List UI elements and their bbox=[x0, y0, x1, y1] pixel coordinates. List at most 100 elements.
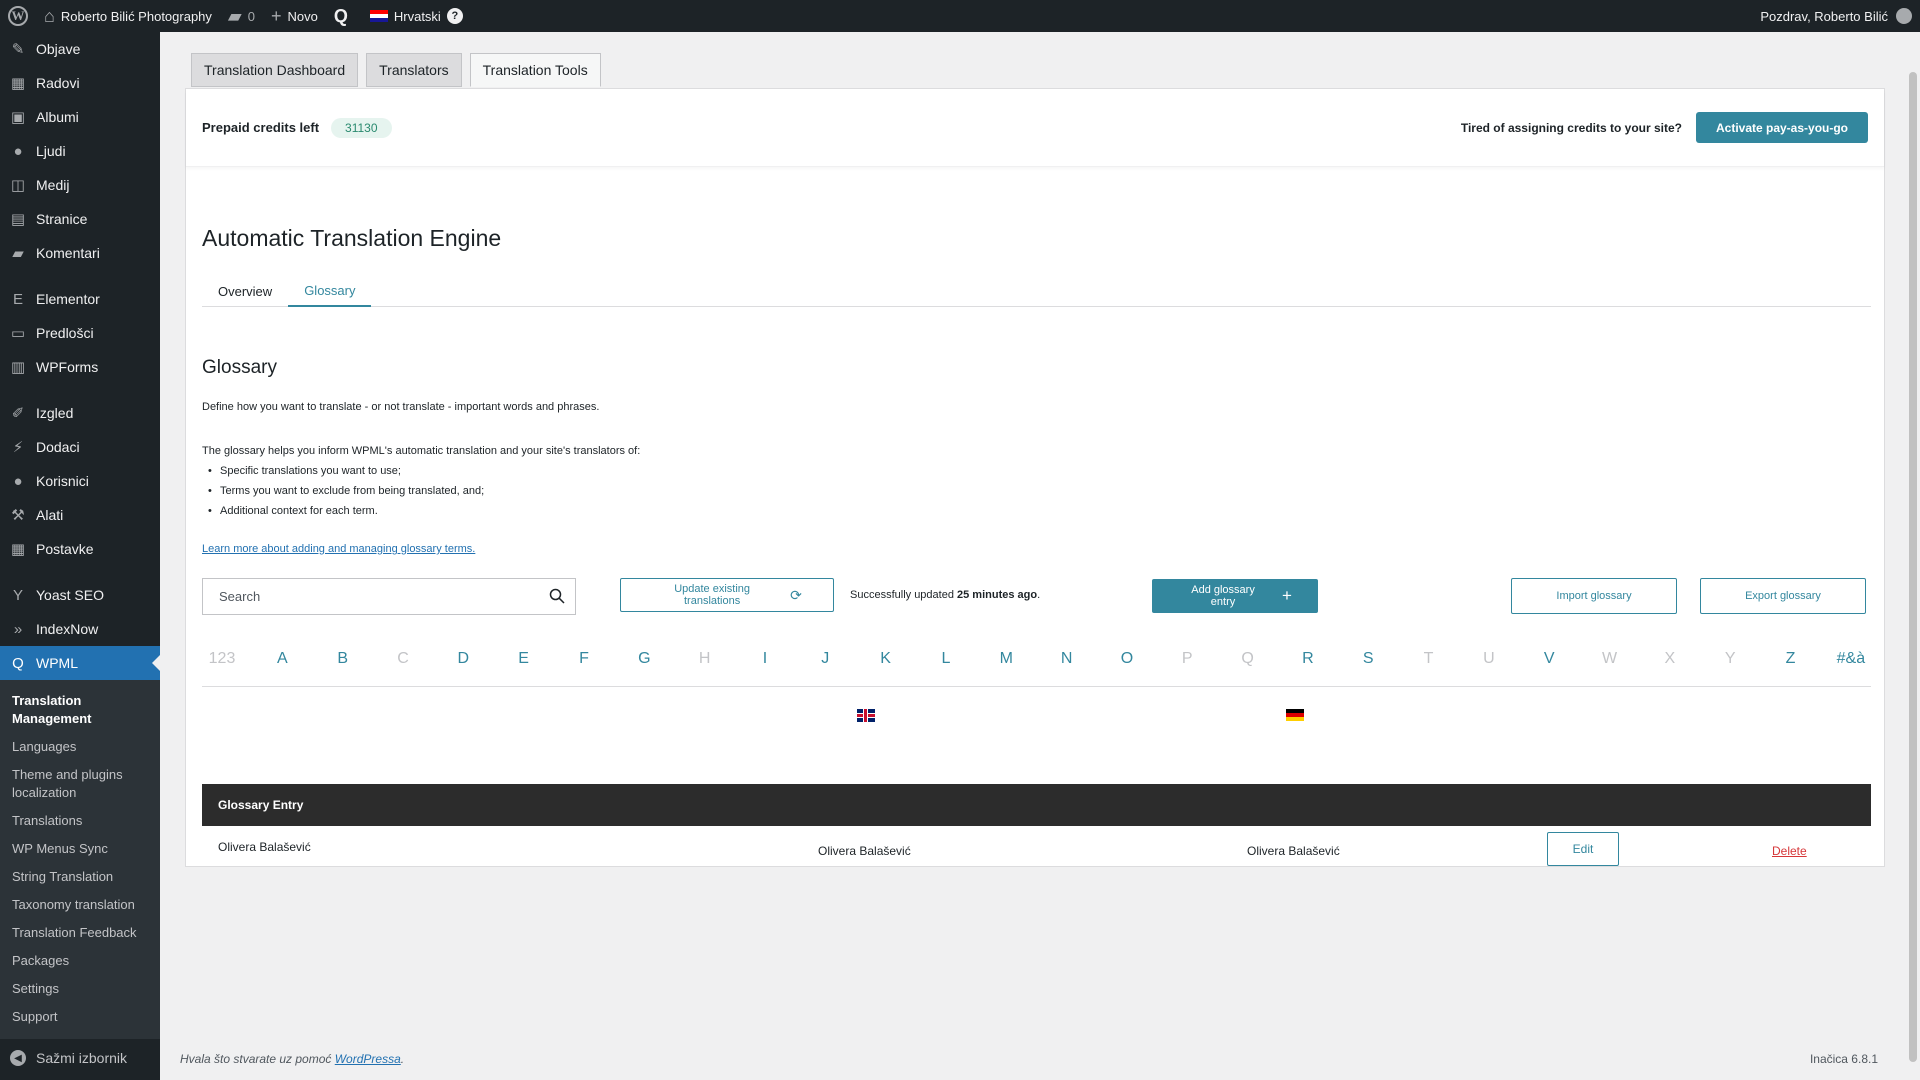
refresh-icon: ⟳ bbox=[790, 587, 802, 603]
menu-item-elementor[interactable]: E Elementor bbox=[0, 282, 160, 316]
menu-item-stranice[interactable]: ▤ Stranice bbox=[0, 202, 160, 236]
glossary-search-input[interactable]: Search bbox=[202, 578, 576, 615]
person-icon: ● bbox=[13, 142, 23, 160]
wordpress-logo-icon[interactable]: W bbox=[0, 0, 36, 32]
comment-icon: ▰ bbox=[227, 6, 242, 26]
alphabet-letter[interactable]: D bbox=[443, 650, 483, 668]
alphabet-letter: Y bbox=[1724, 650, 1736, 667]
menu-item-yoast-seo[interactable]: Y Yoast SEO bbox=[0, 578, 160, 612]
edit-button[interactable]: Edit bbox=[1547, 832, 1619, 866]
learn-more-link[interactable]: Learn more about adding and managing glo… bbox=[202, 543, 475, 555]
pay-as-you-go-prompt: Tired of assigning credits to your site? bbox=[1460, 120, 1682, 135]
submenu-item-theme-and-plugins-localization[interactable]: Theme and plugins localization bbox=[0, 761, 160, 807]
menu-item-dodaci[interactable]: ⚡ Dodaci bbox=[0, 430, 160, 464]
alphabet-letter[interactable]: I bbox=[745, 650, 785, 668]
alphabet-letter[interactable]: S bbox=[1348, 650, 1388, 668]
collapse-icon: ◀ bbox=[10, 1050, 26, 1066]
submenu-item-packages[interactable]: Packages bbox=[0, 947, 160, 975]
menu-item-label: Alati bbox=[36, 507, 64, 523]
scrollbar-thumb[interactable] bbox=[1909, 72, 1917, 1062]
greeting-label: Pozdrav, Roberto Bilić bbox=[1760, 8, 1888, 24]
wordpress-link[interactable]: WordPressa bbox=[335, 1052, 401, 1066]
submenu-item-wp-menus-sync[interactable]: WP Menus Sync bbox=[0, 835, 160, 863]
alphabet-letter[interactable]: G bbox=[624, 650, 664, 668]
page-icon: ▤ bbox=[10, 211, 26, 228]
export-glossary-button[interactable]: Export glossary bbox=[1700, 578, 1866, 614]
tab-overview[interactable]: Overview bbox=[202, 275, 288, 307]
menu-item-radovi[interactable]: ▦ Radovi bbox=[0, 66, 160, 100]
help-icon[interactable]: ? bbox=[446, 8, 463, 24]
glossary-help-list: Specific translations you want to use; T… bbox=[202, 461, 640, 521]
menu-item-label: Albumi bbox=[36, 109, 79, 125]
submenu-item-translations[interactable]: Translations bbox=[0, 807, 160, 835]
submenu-item-taxonomy-translation[interactable]: Taxonomy translation bbox=[0, 891, 160, 919]
alphabet-letter[interactable]: F bbox=[564, 650, 604, 668]
entry-translation: Olivera Balašević bbox=[1247, 844, 1340, 858]
menu-item-label: Komentari bbox=[36, 245, 100, 261]
alphabet-letter[interactable]: J bbox=[805, 650, 845, 668]
tab-translation-dashboard[interactable]: Translation Dashboard bbox=[191, 53, 359, 87]
language-switcher[interactable]: Hrvatski ? bbox=[362, 0, 471, 32]
search-placeholder: Search bbox=[219, 589, 261, 604]
tab-glossary[interactable]: Glossary bbox=[288, 275, 372, 307]
update-existing-translations-button[interactable]: Update existing translations ⟳ bbox=[620, 578, 834, 612]
alphabet-letter[interactable]: #&à bbox=[1831, 650, 1871, 668]
menu-item-komentari[interactable]: ▰ Komentari bbox=[0, 236, 160, 270]
menu-item-alati[interactable]: ⚒ Alati bbox=[0, 498, 160, 532]
menu-item-objave[interactable]: ✎ Objave bbox=[0, 32, 160, 66]
alphabet-letter[interactable]: O bbox=[1107, 650, 1147, 668]
alphabet-letter[interactable]: N bbox=[1047, 650, 1087, 668]
submenu-item-string-translation[interactable]: String Translation bbox=[0, 863, 160, 891]
indexnow-icon: » bbox=[13, 620, 23, 638]
add-glossary-entry-button[interactable]: Add glossary entry + bbox=[1152, 579, 1318, 613]
menu-item-label: Dodaci bbox=[36, 439, 80, 455]
list-item: Specific translations you want to use; bbox=[202, 461, 640, 481]
menu-item-izgled[interactable]: ✐ Izgled bbox=[0, 396, 160, 430]
submenu-item-support[interactable]: Support bbox=[0, 1003, 160, 1031]
new-content-link[interactable]: + Novo bbox=[263, 0, 326, 32]
menu-item-albumi[interactable]: ▣ Albumi bbox=[0, 100, 160, 134]
menu-item-indexnow[interactable]: » IndexNow bbox=[0, 612, 160, 646]
collapse-menu-button[interactable]: ◀ Sažmi izbornik bbox=[0, 1050, 127, 1066]
delete-link[interactable]: Delete bbox=[1772, 844, 1807, 858]
alphabet-letter[interactable]: A bbox=[262, 650, 302, 668]
activate-pay-as-you-go-button[interactable]: Activate pay-as-you-go bbox=[1696, 112, 1868, 143]
alphabet-letter[interactable]: Z bbox=[1771, 650, 1811, 668]
language-label: Hrvatski bbox=[393, 8, 441, 24]
menu-item-postavke[interactable]: ▦ Postavke bbox=[0, 532, 160, 566]
alphabet-letter[interactable]: R bbox=[1288, 650, 1328, 668]
alphabet-letter: T bbox=[1423, 650, 1434, 667]
menu-item-korisnici[interactable]: ● Korisnici bbox=[0, 464, 160, 498]
submenu-item-translation-feedback[interactable]: Translation Feedback bbox=[0, 919, 160, 947]
menu-item-wpforms[interactable]: ▥ WPForms bbox=[0, 350, 160, 384]
alphabet-letter[interactable]: V bbox=[1529, 650, 1569, 668]
tab-translators[interactable]: Translators bbox=[366, 53, 462, 87]
tab-translation-tools[interactable]: Translation Tools bbox=[469, 53, 601, 87]
menu-item-medij[interactable]: ◫ Medij bbox=[0, 168, 160, 202]
menu-item-label: Predlošci bbox=[36, 325, 94, 341]
import-glossary-button[interactable]: Import glossary bbox=[1511, 578, 1677, 614]
entry-source: Olivera Balašević bbox=[818, 844, 911, 858]
alphabet-letter[interactable]: E bbox=[504, 650, 544, 668]
site-name-link[interactable]: ⌂ Roberto Bilić Photography bbox=[36, 0, 220, 32]
comments-count: 0 bbox=[247, 8, 255, 24]
page-scrollbar[interactable] bbox=[1906, 32, 1920, 1080]
account-menu[interactable]: Pozdrav, Roberto Bilić bbox=[1752, 0, 1920, 32]
menu-item-label: WPML bbox=[36, 655, 78, 671]
submenu-item-settings[interactable]: Settings bbox=[0, 975, 160, 1003]
submenu-item-translation-management[interactable]: Translation Management bbox=[0, 687, 160, 733]
croatia-flag-icon bbox=[369, 10, 388, 22]
germany-flag-icon bbox=[1286, 709, 1304, 721]
menu-item-wpml[interactable]: Q WPML bbox=[0, 646, 160, 680]
alphabet-letter[interactable]: B bbox=[323, 650, 363, 668]
wpml-bar-icon[interactable]: Q bbox=[326, 0, 362, 32]
alphabet-letter[interactable]: L bbox=[926, 650, 966, 668]
menu-item-ljudi[interactable]: ● Ljudi bbox=[0, 134, 160, 168]
menu-item-predlo-ci[interactable]: ▭ Predlošci bbox=[0, 316, 160, 350]
alphabet-letter[interactable]: K bbox=[866, 650, 906, 668]
list-item: Terms you want to exclude from being tra… bbox=[202, 481, 640, 501]
submenu-item-languages[interactable]: Languages bbox=[0, 733, 160, 761]
search-icon[interactable] bbox=[549, 588, 565, 604]
alphabet-letter[interactable]: M bbox=[986, 650, 1026, 668]
comments-link[interactable]: ▰ 0 bbox=[220, 0, 263, 32]
